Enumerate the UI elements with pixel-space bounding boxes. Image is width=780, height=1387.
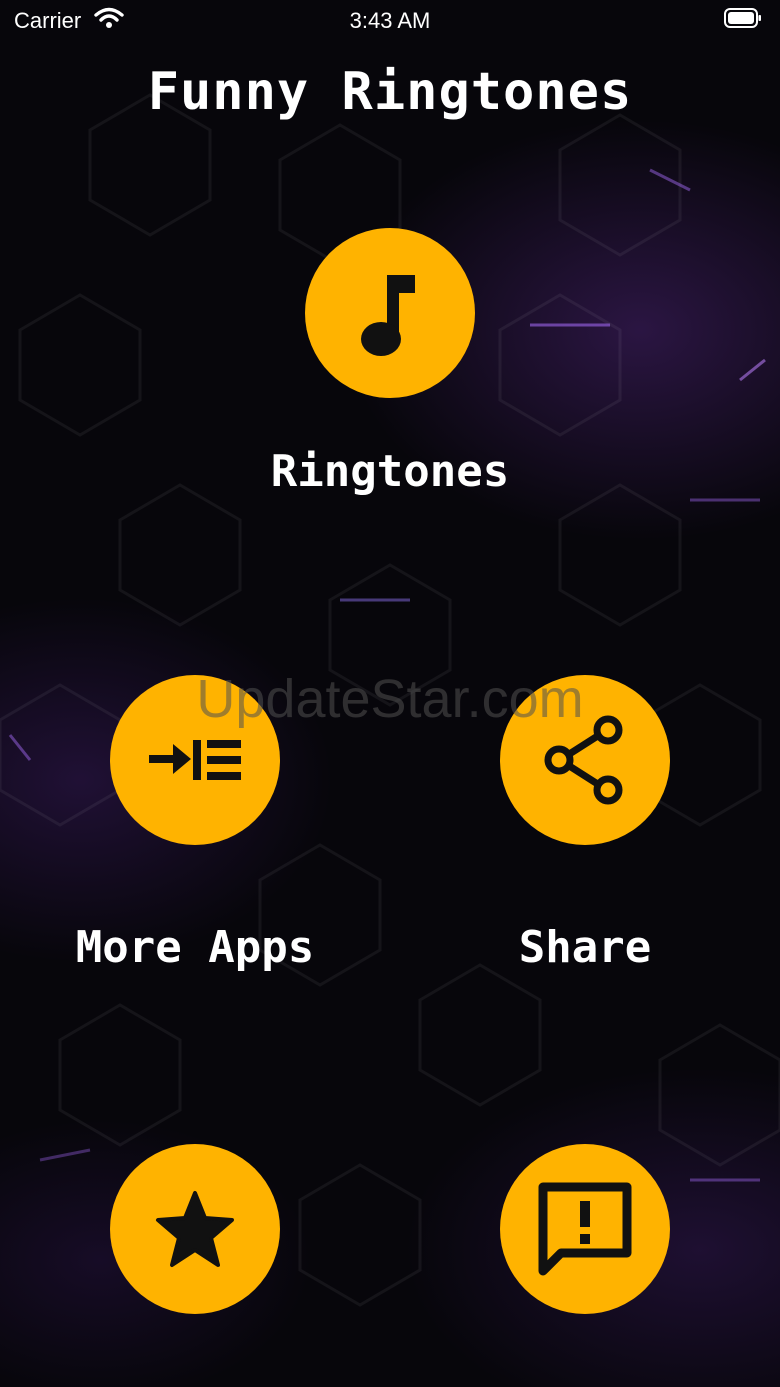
share-icon xyxy=(544,715,623,805)
ringtones-label[interactable]: Ringtones xyxy=(0,446,780,497)
hex-pattern xyxy=(0,93,780,1307)
ringtones-button[interactable] xyxy=(305,228,475,398)
star-icon xyxy=(156,1191,234,1267)
feedback-alert-icon xyxy=(538,1182,632,1276)
more-apps-button[interactable] xyxy=(110,675,280,845)
status-time: 3:43 AM xyxy=(349,8,431,33)
share-label[interactable]: Share xyxy=(430,922,740,973)
app-title: Funny Ringtones xyxy=(147,62,633,122)
music-note-icon xyxy=(361,275,415,356)
share-button[interactable] xyxy=(500,675,670,845)
indent-list-icon xyxy=(149,740,241,780)
battery-icon xyxy=(724,8,761,28)
rate-button[interactable] xyxy=(110,1144,280,1314)
more-apps-label[interactable]: More Apps xyxy=(40,922,350,973)
feedback-button[interactable] xyxy=(500,1144,670,1314)
status-bar: Carrier 3:43 AM xyxy=(0,0,780,40)
